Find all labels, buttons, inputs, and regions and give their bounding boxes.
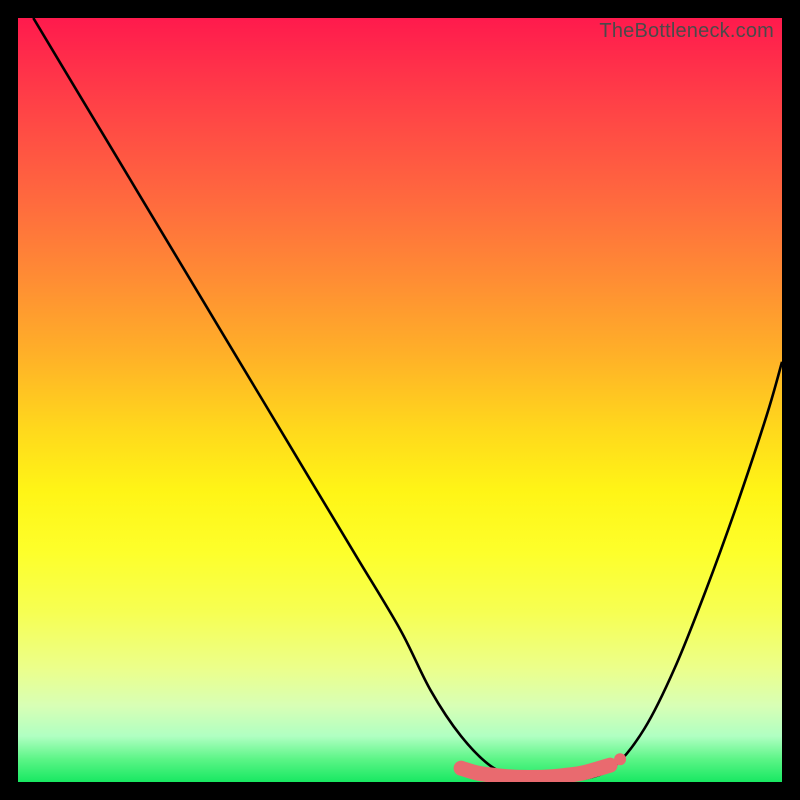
marker-end-dot [614,753,626,765]
bottleneck-curve [18,18,782,782]
plot-area: TheBottleneck.com [18,18,782,782]
main-curve-path [33,18,782,780]
marker-body [461,765,610,777]
chart-frame: TheBottleneck.com [0,0,800,800]
marker-overlay [461,753,626,777]
